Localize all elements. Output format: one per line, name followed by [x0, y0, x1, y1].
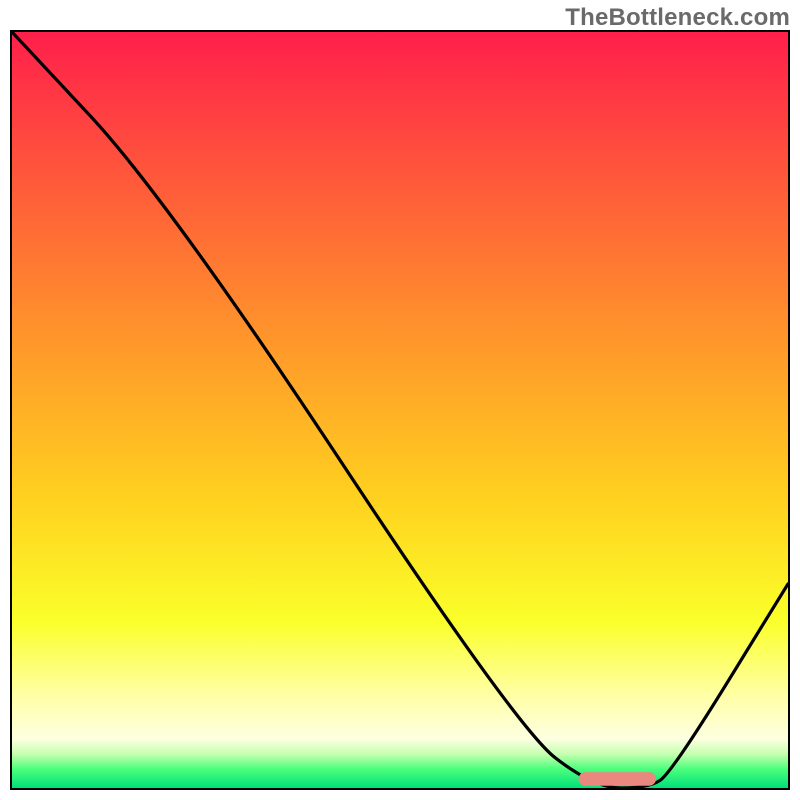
chart-plot-area	[10, 30, 790, 790]
chart-stage: TheBottleneck.com	[0, 0, 800, 800]
chart-svg	[12, 32, 788, 788]
optimal-range-marker	[578, 772, 656, 786]
watermark-text: TheBottleneck.com	[565, 4, 790, 32]
heat-background	[12, 32, 788, 788]
